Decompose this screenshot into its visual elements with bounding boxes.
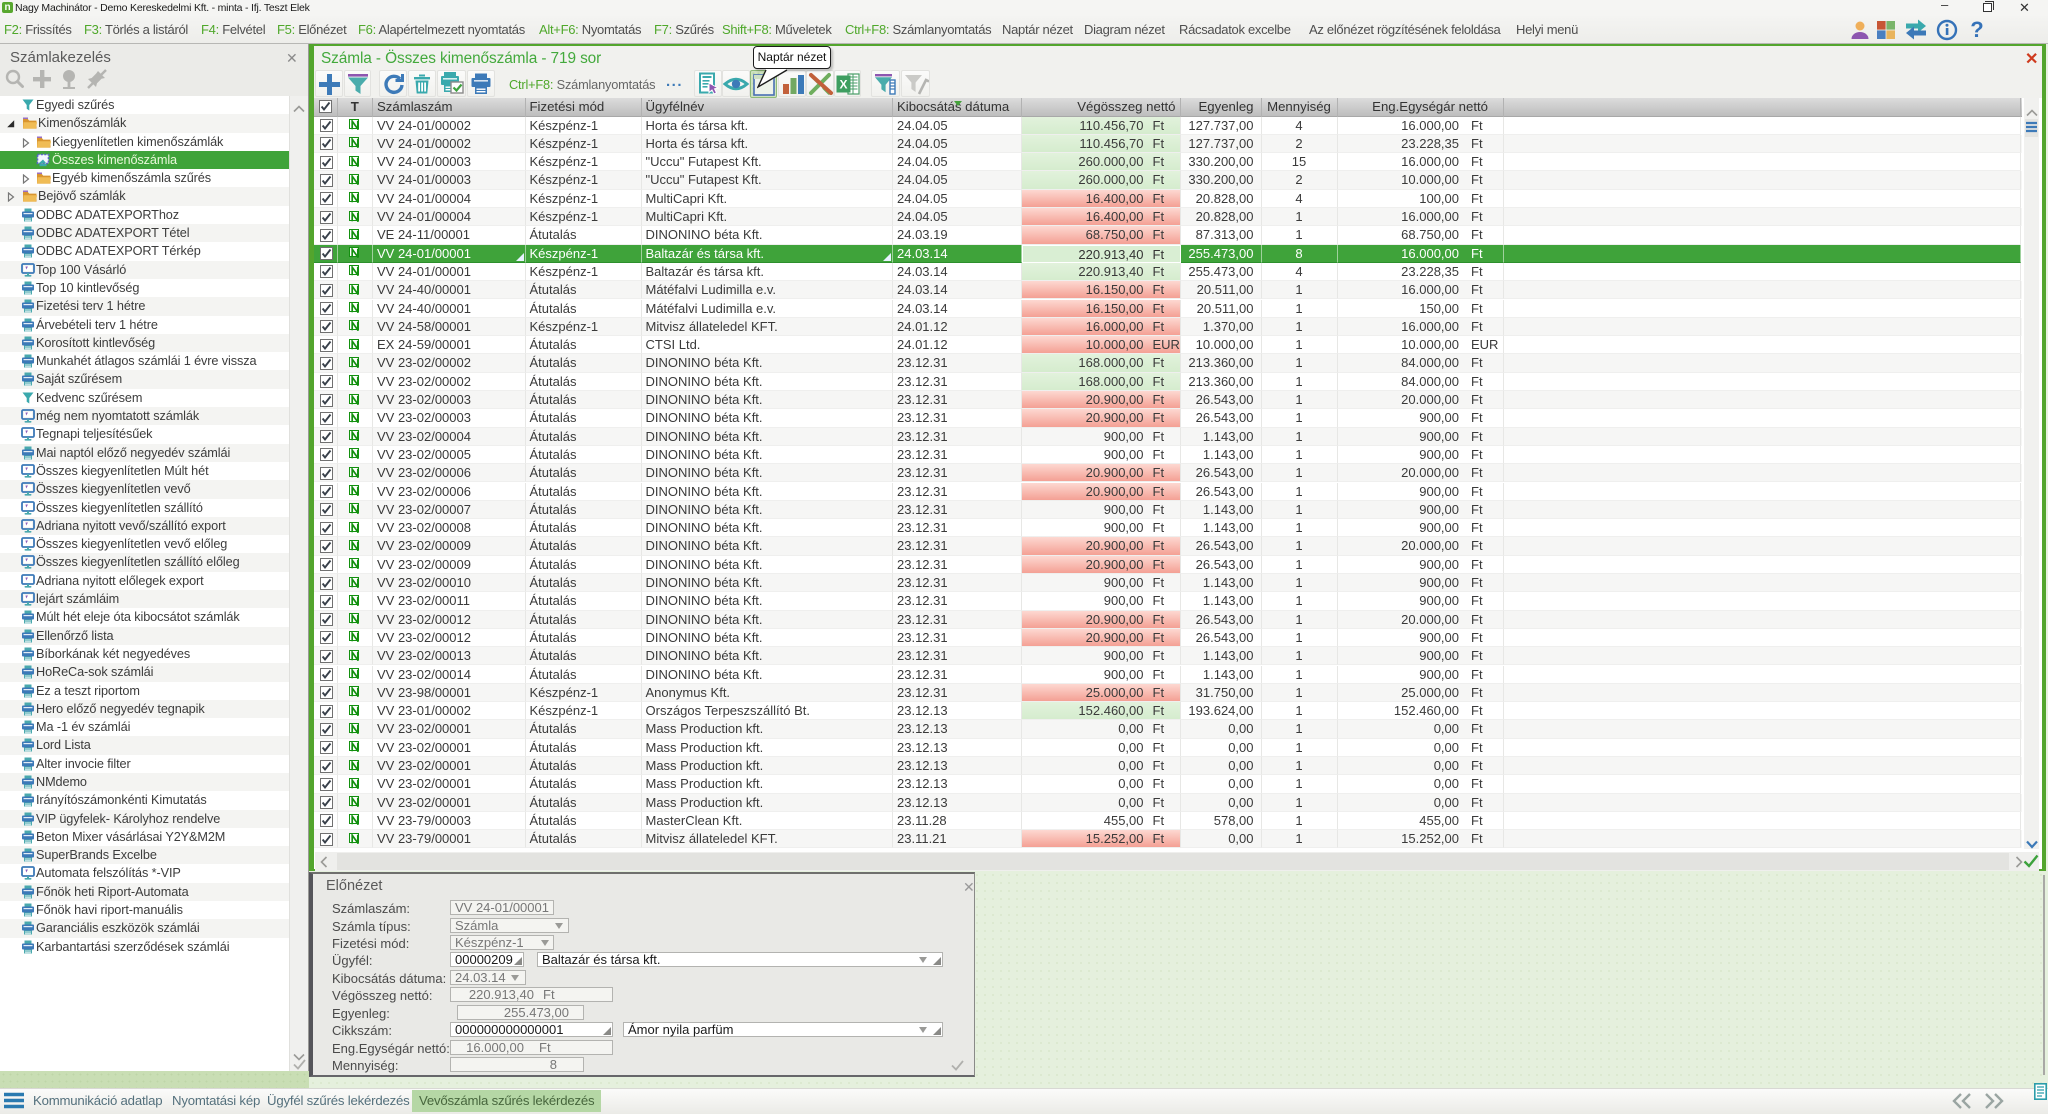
svg-text:X: X	[839, 78, 847, 92]
svg-text:?: ?	[1970, 19, 1983, 41]
